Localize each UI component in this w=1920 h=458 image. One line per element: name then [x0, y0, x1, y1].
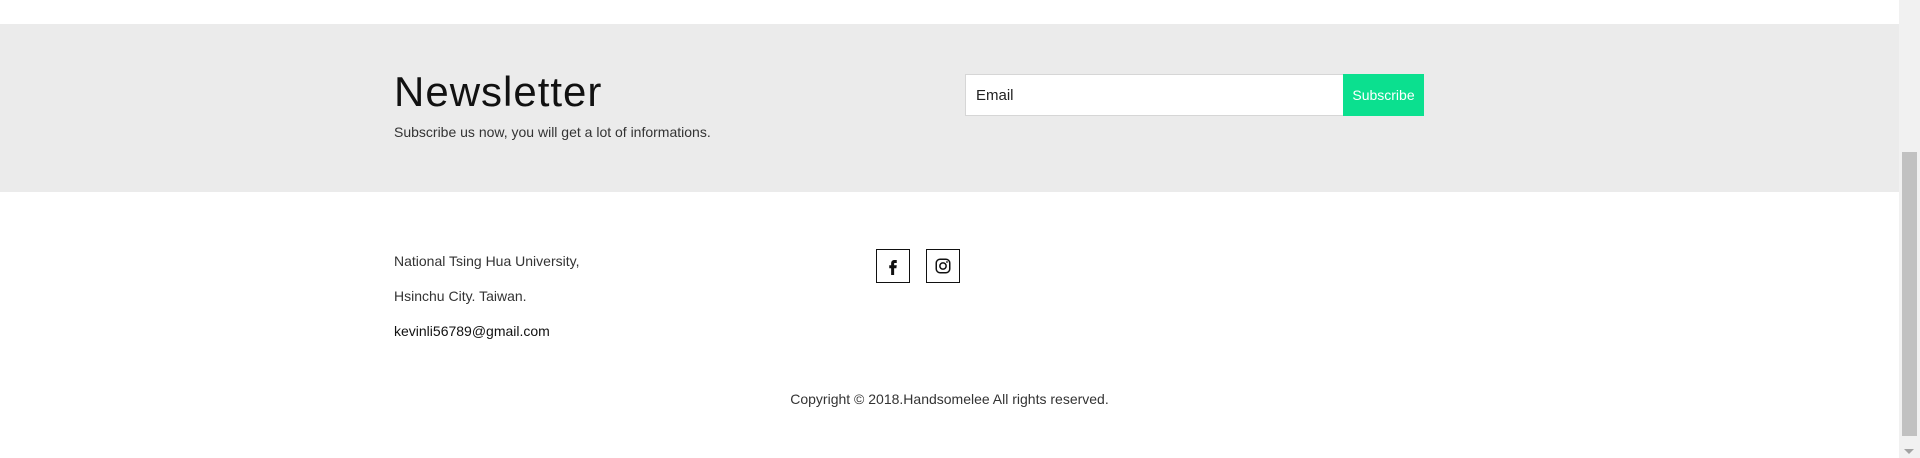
instagram-icon	[935, 258, 951, 274]
page: Newsletter Subscribe us now, you will ge…	[0, 0, 1920, 458]
address-line-2: Hsinchu City. Taiwan.	[394, 288, 527, 304]
newsletter-section: Newsletter Subscribe us now, you will ge…	[0, 24, 1899, 192]
newsletter-subtitle: Subscribe us now, you will get a lot of …	[394, 124, 711, 140]
address-line-1: National Tsing Hua University,	[394, 253, 580, 269]
subscribe-button[interactable]: Subscribe	[1343, 74, 1424, 116]
email-link[interactable]: kevinli56789@gmail.com	[394, 324, 550, 338]
copyright-text: Copyright © 2018.Handsomelee All rights …	[790, 391, 1109, 407]
facebook-button[interactable]	[876, 249, 910, 283]
viewport: Newsletter Subscribe us now, you will ge…	[0, 0, 1899, 458]
scroll-down-arrow-icon[interactable]	[1904, 449, 1914, 454]
scrollbar-thumb[interactable]	[1902, 152, 1917, 436]
vertical-scrollbar[interactable]	[1899, 0, 1920, 458]
top-strip	[0, 0, 1899, 24]
instagram-button[interactable]	[926, 249, 960, 283]
facebook-icon	[889, 260, 897, 275]
email-input[interactable]	[965, 74, 1343, 116]
newsletter-title: Newsletter	[394, 68, 603, 115]
newsletter-form: Subscribe	[965, 74, 1424, 116]
